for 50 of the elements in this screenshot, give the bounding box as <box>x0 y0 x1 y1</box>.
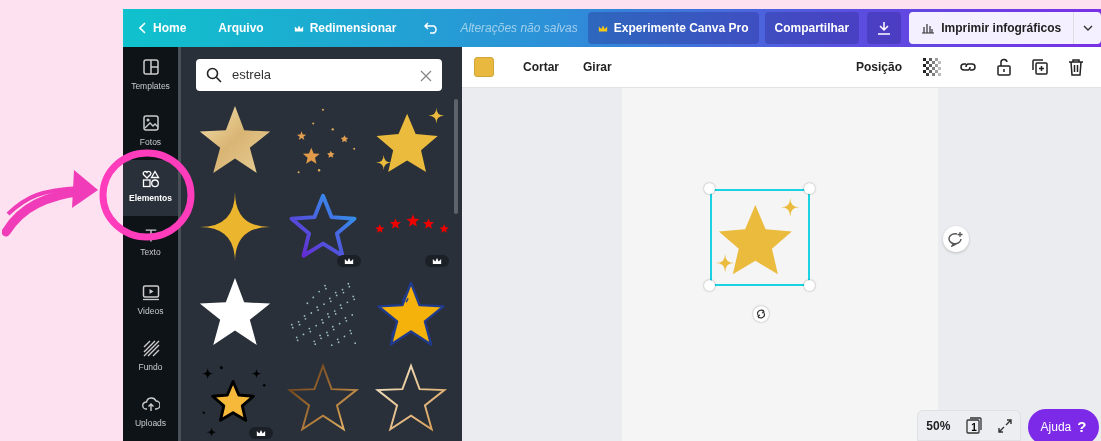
try-pro-button[interactable]: Experimente Canva Pro <box>587 12 759 44</box>
scrollbar-thumb[interactable] <box>454 99 458 214</box>
page-count-button[interactable]: 1 <box>967 416 981 435</box>
color-swatch[interactable] <box>474 57 494 77</box>
download-icon <box>877 21 892 35</box>
trash-icon[interactable] <box>1067 58 1085 76</box>
share-button[interactable]: Compartilhar <box>764 12 860 44</box>
download-button[interactable] <box>867 12 902 44</box>
transparency-icon[interactable] <box>923 58 941 76</box>
crown-icon <box>256 429 266 437</box>
save-status: Alterações não salvas <box>459 20 579 37</box>
shapes-icon <box>141 170 160 189</box>
toolbar-button[interactable]: Cortar <box>514 54 568 80</box>
resize-handle[interactable] <box>704 183 715 194</box>
layout-icon <box>141 57 160 76</box>
help-button[interactable]: Ajuda ? <box>1028 409 1099 441</box>
zoom-level[interactable]: 50% <box>926 416 951 435</box>
add-comment-icon[interactable] <box>948 231 964 247</box>
sidebar-item[interactable]: Templates <box>123 47 178 104</box>
sidebar-item[interactable]: Fotos <box>123 103 178 160</box>
resize-handle[interactable] <box>804 183 815 194</box>
search-input[interactable]: estrela <box>230 64 412 86</box>
padlock-icon[interactable] <box>995 58 1013 76</box>
expand-icon[interactable] <box>997 418 1012 433</box>
sidebar-item[interactable]: Elementos <box>123 159 178 216</box>
sidebar-item[interactable]: Videos <box>123 272 178 329</box>
crown-icon <box>432 257 442 265</box>
cloud-upload-icon <box>141 395 160 414</box>
search-field[interactable]: estrela <box>196 59 442 91</box>
bar-chart-icon <box>921 22 936 34</box>
duplicate-icon[interactable] <box>1031 58 1049 76</box>
resize-handle[interactable] <box>804 280 815 291</box>
resize-handle[interactable] <box>704 280 715 291</box>
text-icon <box>144 229 157 243</box>
dropdown-button[interactable] <box>1073 12 1101 44</box>
caret-icon <box>1082 25 1093 31</box>
position-button[interactable]: Posição <box>846 54 911 80</box>
sidebar-item[interactable]: Fundo <box>123 328 178 385</box>
stripes-icon <box>141 339 160 358</box>
crown-icon <box>344 257 354 265</box>
image-icon <box>141 114 160 133</box>
search-icon <box>206 67 222 83</box>
sidebar-item[interactable]: Uploads <box>123 384 178 441</box>
print-button[interactable]: Imprimir infográficos <box>909 12 1074 44</box>
video-icon <box>141 282 160 301</box>
sidebar-item[interactable]: Texto <box>123 215 178 273</box>
rotate-icon[interactable] <box>756 309 766 319</box>
toolbar-button[interactable]: Girar <box>574 54 621 80</box>
back-icon <box>139 22 147 34</box>
close-icon[interactable] <box>420 69 432 82</box>
